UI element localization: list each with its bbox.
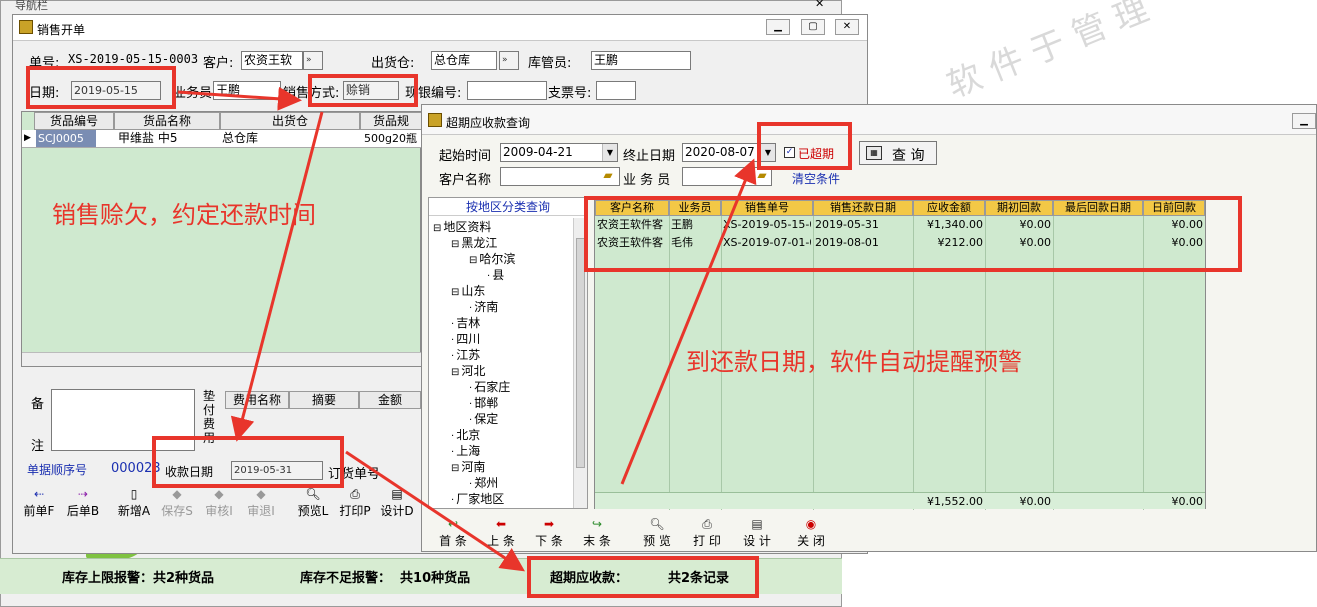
arrow-mode-to-receive — [230, 111, 324, 442]
annotation-right: 到还款日期，软件自动提醒预警 — [686, 348, 1022, 376]
arrow-date-to-mode — [177, 86, 302, 111]
annotation-left: 销售赊欠，约定还款时间 — [52, 201, 316, 229]
annotation-arrows — [177, 86, 757, 572]
arrow-receive-to-status — [345, 450, 525, 572]
arrow-to-overdue-check — [620, 158, 757, 485]
